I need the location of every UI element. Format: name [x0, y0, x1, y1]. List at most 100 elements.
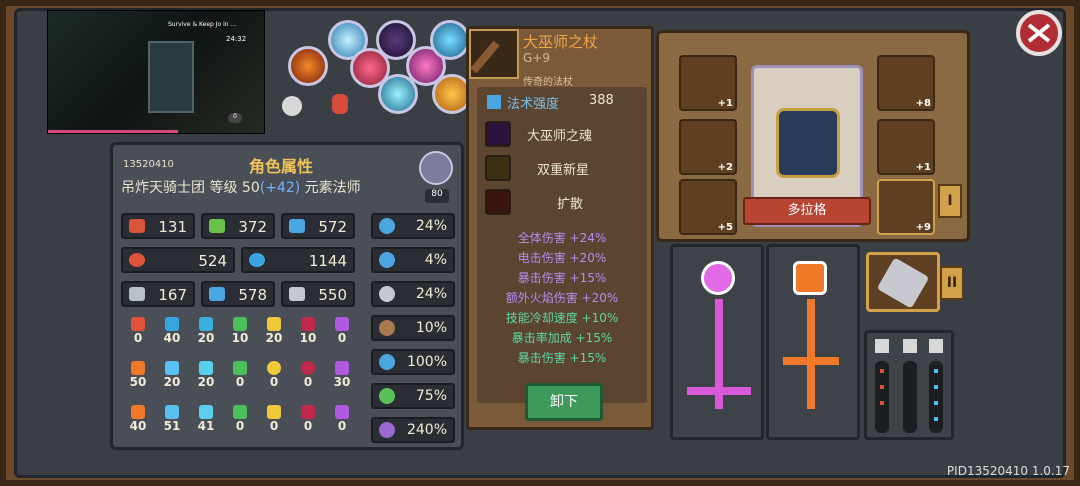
percent-stat: 75%: [371, 383, 455, 409]
element-value: 10: [231, 331, 249, 345]
stat-value: 550: [318, 286, 347, 304]
level-value: 50: [241, 180, 260, 196]
light-icon: [267, 317, 281, 331]
element-value: 20: [163, 375, 181, 389]
stat-value: 167: [158, 286, 187, 304]
level-bonus: (+42): [259, 180, 301, 196]
element-value: 10: [299, 331, 317, 345]
dark-gauge: [903, 361, 917, 433]
bonus-line: 技能冷却速度 +10%: [505, 311, 619, 325]
gear-icon: [875, 339, 889, 353]
secondary-weapon-slot[interactable]: [866, 252, 940, 312]
fire-icon: [131, 361, 145, 375]
stat-value: 578: [238, 286, 267, 304]
stat-value: 131: [158, 218, 187, 236]
chest-slot[interactable]: +1: [877, 119, 935, 175]
attribute-title: 角色属性: [249, 157, 314, 176]
guild-row: 吊炸天骑士团 等级 50(+42) 元素法师: [121, 177, 421, 203]
skull-icon: [233, 361, 247, 375]
fire-orb-icon[interactable]: [793, 261, 827, 295]
stat-value: 524: [198, 252, 227, 270]
tab-loadout-2[interactable]: II: [940, 266, 964, 300]
frost-gem-icon[interactable]: [430, 20, 470, 60]
element-value: 0: [235, 375, 245, 389]
class-name: 元素法师: [304, 180, 361, 196]
percent-stat: 24%: [371, 213, 455, 239]
spell-power-value: 388: [589, 93, 614, 108]
video-title: Survive & Keep Jo in ...: [168, 21, 237, 28]
water-drop-icon: [249, 253, 265, 267]
amulet-slot[interactable]: +1: [679, 55, 737, 111]
element-value: 51: [163, 419, 181, 433]
stat-value: 572: [318, 218, 347, 236]
unequip-button[interactable]: 卸下: [525, 383, 603, 421]
enhance-level: +9: [915, 222, 931, 233]
element-cell: 0: [295, 361, 321, 389]
tree-branch: [783, 357, 839, 365]
wand-icon: [487, 95, 501, 109]
ice-icon: [165, 361, 179, 375]
weapon-slot[interactable]: +9: [877, 179, 935, 235]
nova-skill-icon: [485, 155, 511, 181]
element-value: 0: [269, 419, 279, 433]
video-progress-bar: [48, 130, 178, 133]
element-cell: 50: [125, 361, 151, 389]
element-cell: 41: [193, 405, 219, 433]
percent-value: 4%: [424, 252, 447, 268]
energy-icon: [209, 219, 225, 233]
helmet-slot[interactable]: +8: [877, 55, 935, 111]
stat-defense: 550: [281, 281, 355, 307]
enhance-level: +1: [915, 162, 931, 173]
element-cell: 20: [193, 317, 219, 345]
element-cell: 30: [329, 361, 355, 389]
lightning-icon: [199, 317, 213, 331]
element-grid: 0 40 20 10 20 10 0 50 20 20 0 0 0 30 40 …: [125, 317, 361, 445]
poison-icon: [233, 405, 247, 419]
lava-gem-icon[interactable]: [288, 46, 328, 86]
element-cell: 0: [329, 405, 355, 433]
status-bars: [864, 330, 954, 440]
crystal-icon: [335, 361, 349, 375]
enhance-level: +5: [717, 222, 733, 233]
heart-icon: [129, 253, 145, 267]
fist-icon: [129, 219, 145, 233]
level-label: 等级: [209, 180, 238, 196]
ice-shard-gem-icon[interactable]: [378, 74, 418, 114]
stat-attack: 167: [121, 281, 195, 307]
ice-icon: [165, 405, 179, 419]
ring-slot[interactable]: +2: [679, 119, 737, 175]
item-subtitle: 传奇的法杖: [523, 77, 573, 88]
video-overlay[interactable]: Survive & Keep Jo in ... 24:32 0: [47, 10, 265, 134]
enhance-level: +8: [915, 98, 931, 109]
element-value: 0: [133, 331, 143, 345]
tree-branch: [687, 387, 751, 395]
tab-loadout-1[interactable]: I: [938, 184, 962, 218]
element-cell: 20: [193, 361, 219, 389]
element-value: 0: [235, 419, 245, 433]
element-cell: 0: [227, 361, 253, 389]
stat-armor: 131: [121, 213, 195, 239]
element-value: 20: [265, 331, 283, 345]
bonus-line: 暴击率加成 +15%: [511, 331, 613, 345]
shield-icon: [289, 287, 305, 301]
close-button[interactable]: [1016, 10, 1062, 56]
soul-skill-icon: [485, 121, 511, 147]
boot-icon: [379, 320, 395, 336]
arcane-orb-icon[interactable]: [701, 261, 735, 295]
stat-value: 372: [238, 218, 267, 236]
bonus-line: 全体伤害 +24%: [517, 231, 607, 245]
percent-value: 240%: [406, 422, 447, 438]
element-value: 0: [269, 375, 279, 389]
pid-version: PID13520410 1.0.17: [946, 464, 1070, 478]
clock-icon: [379, 354, 395, 370]
rank-emblem-icon: [419, 151, 453, 185]
attribute-panel: 13520410 角色属性 80 吊炸天骑士团 等级 50(+42) 元素法师 …: [110, 142, 464, 450]
percent-stat: 240%: [371, 417, 455, 443]
element-cell: 20: [261, 317, 287, 345]
character-name: 多拉格: [743, 197, 871, 225]
element-cell: 40: [125, 405, 151, 433]
item-grade: G+9: [523, 51, 550, 65]
armor-slot[interactable]: +5: [679, 179, 737, 235]
bonus-line: 暴击伤害 +15%: [517, 351, 607, 365]
book-icon: [289, 219, 305, 233]
